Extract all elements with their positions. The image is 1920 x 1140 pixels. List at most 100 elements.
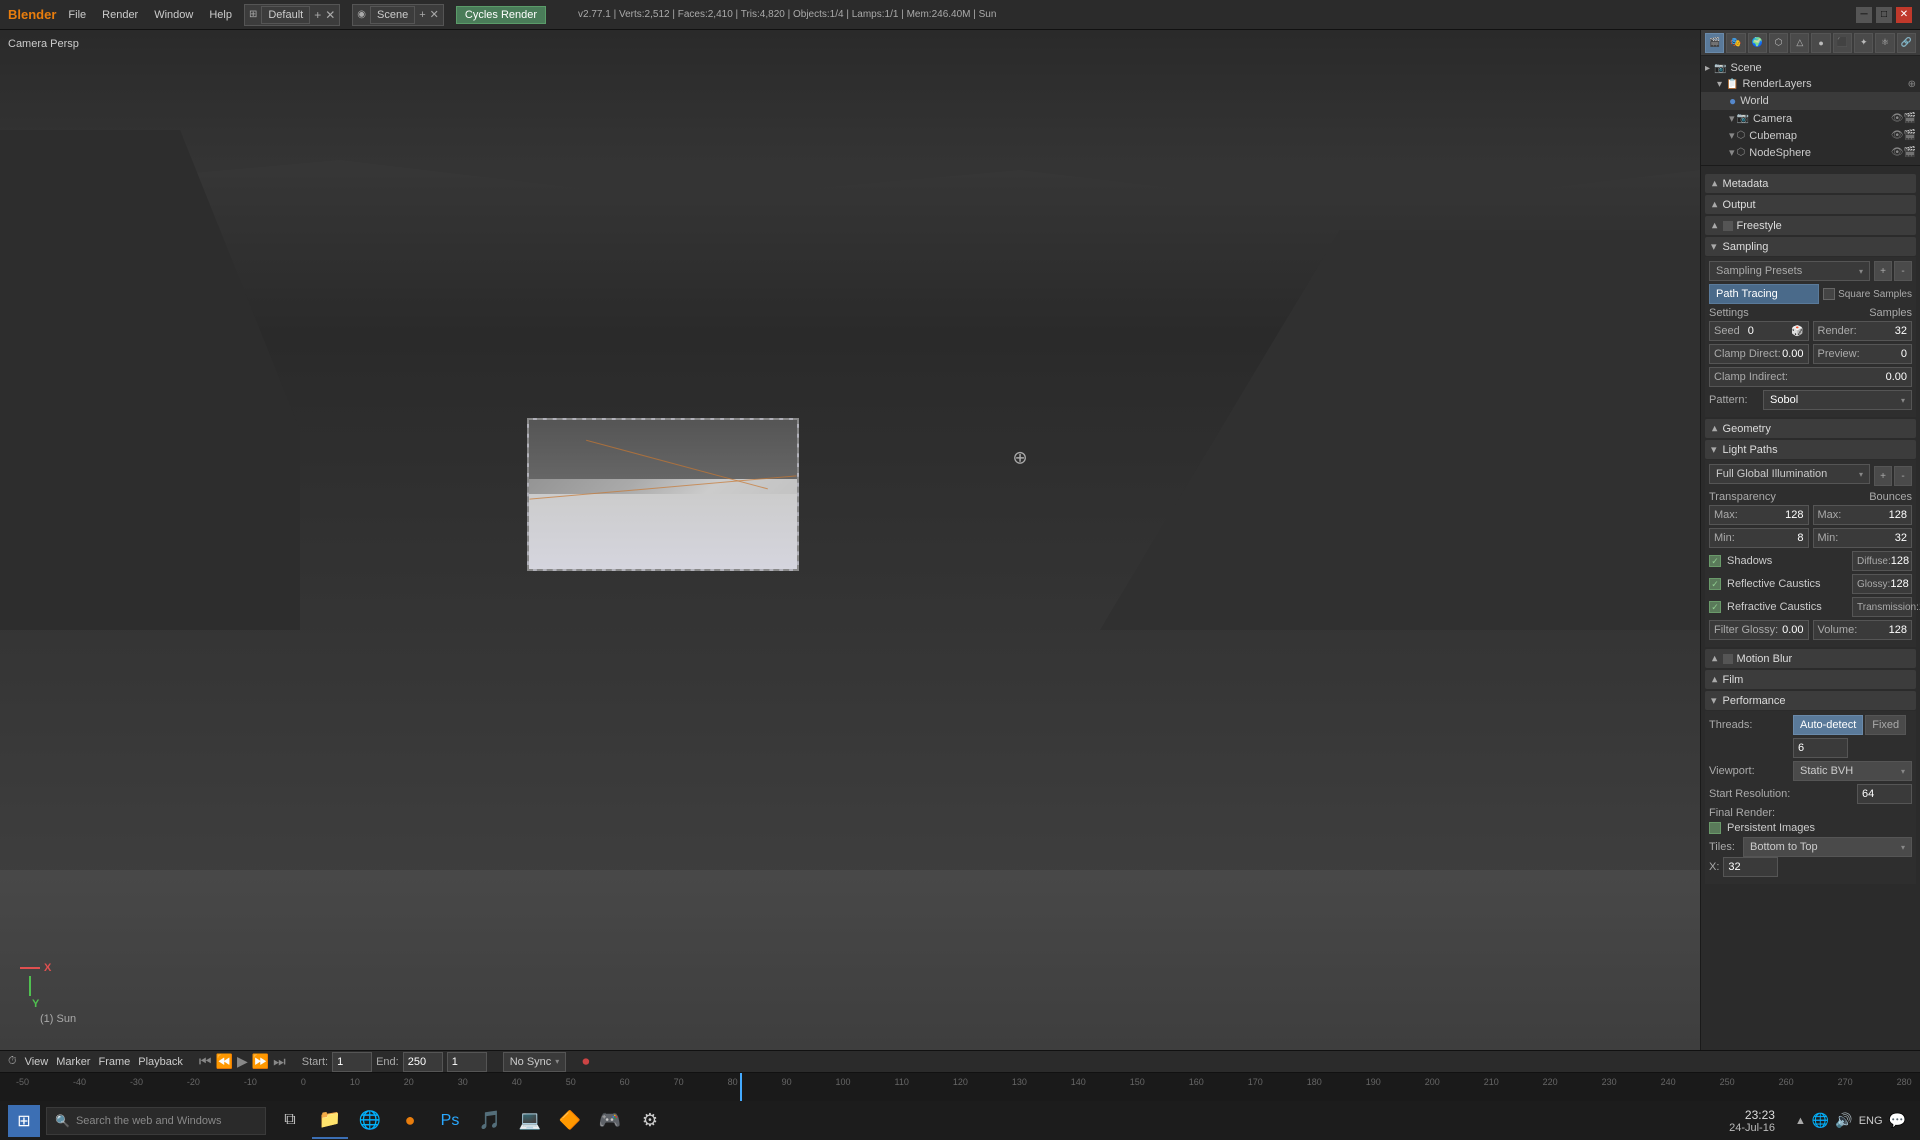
maximize-button[interactable]: □ [1876,7,1892,23]
seed-field[interactable]: Seed 0 🎲 [1709,321,1809,341]
global-illum-dropdown[interactable]: Full Global Illumination ▾ [1709,464,1870,484]
volume-icon[interactable]: 🔊 [1835,1112,1852,1129]
pattern-dropdown[interactable]: Sobol ▾ [1763,390,1912,410]
volume-field[interactable]: Volume: 128 [1813,620,1913,640]
world-icon-btn[interactable]: 🌍 [1748,33,1767,53]
particles-icon-btn[interactable]: ✦ [1854,33,1873,53]
global-illum-add[interactable]: + [1874,466,1892,486]
end-value-field[interactable]: 250 [403,1052,443,1072]
sampling-header[interactable]: ▾ Sampling [1705,237,1916,256]
constraints-icon-btn[interactable]: 🔗 [1897,33,1916,53]
tiles-x-field[interactable]: 32 [1723,857,1778,877]
scene-tree-item-scene[interactable]: ▸ 📷 Scene [1701,60,1920,76]
mesh-icon-btn[interactable]: △ [1790,33,1809,53]
timeline-playback-btn[interactable]: Playback [138,1056,183,1068]
material-icon-btn[interactable]: ● [1811,33,1830,53]
diffuse-field[interactable]: Diffuse: 128 [1852,551,1912,571]
object-icon-btn[interactable]: ⬡ [1769,33,1788,53]
performance-header[interactable]: ▾ Performance [1705,691,1916,710]
global-illum-remove[interactable]: - [1894,466,1912,486]
search-bar[interactable]: 🔍 Search the web and Windows [46,1107,266,1135]
physics-icon-btn[interactable]: ⚛ [1875,33,1894,53]
scene-remove[interactable]: ✕ [430,8,439,21]
taskbar-app7[interactable]: 🔶 [552,1103,588,1139]
workspace-dropdown[interactable]: Default [261,6,310,24]
network-icon[interactable]: 🌐 [1812,1112,1829,1129]
scene-icon-btn[interactable]: 🎭 [1726,33,1745,53]
scene-tree-item-world[interactable]: ● World [1701,92,1920,110]
filter-glossy-field[interactable]: Filter Glossy: 0.00 [1709,620,1809,640]
motion-blur-header[interactable]: ▸ Motion Blur [1705,649,1916,668]
timeline-body[interactable]: -50 -40 -30 -20 -10 0 10 20 30 40 50 60 … [0,1073,1920,1101]
preview-samples-field[interactable]: Preview: 0 [1813,344,1913,364]
scene-tree-item-nodesphere[interactable]: ▾ ⬡ NodeSphere 👁 🎬 [1701,144,1920,161]
menu-render[interactable]: Render [102,9,138,21]
sampling-presets-dropdown[interactable]: Sampling Presets ▾ [1709,261,1870,281]
light-paths-header[interactable]: ▾ Light Paths [1705,440,1916,459]
square-samples-checkbox[interactable] [1823,288,1835,300]
threads-count-field[interactable]: 6 [1793,738,1848,758]
clamp-direct-field[interactable]: Clamp Direct: 0.00 [1709,344,1809,364]
seed-randomize-icon[interactable]: 🎲 [1791,326,1803,337]
menu-window[interactable]: Window [154,9,193,21]
glossy-field[interactable]: Glossy: 128 [1852,574,1912,594]
static-bvh-dropdown[interactable]: Static BVH ▾ [1793,761,1912,781]
clamp-indirect-field[interactable]: Clamp Indirect: 0.00 [1709,367,1912,387]
render-samples-field[interactable]: Render: 32 [1813,321,1913,341]
menu-help[interactable]: Help [209,9,232,21]
menu-file[interactable]: File [68,9,86,21]
bounce-min-field[interactable]: Min: 32 [1813,528,1913,548]
timeline-view-btn[interactable]: View [25,1056,49,1068]
viewport[interactable]: Camera Persp ⊕ [0,30,1700,1050]
taskbar-blender[interactable]: ● [392,1103,428,1139]
taskbar-chrome[interactable]: 🌐 [352,1103,388,1139]
refractive-caustics-checkbox[interactable] [1709,601,1721,613]
taskbar-app9[interactable]: ⚙ [632,1103,668,1139]
start-button[interactable]: ⊞ [8,1105,40,1137]
scene-dropdown[interactable]: Scene [370,6,415,24]
cubemap-vis-icon[interactable]: 👁 [1891,130,1904,141]
timeline-icon-btn-4[interactable]: ⏩ [252,1053,269,1070]
workspace-add[interactable]: + [314,8,321,22]
timeline-frame-btn[interactable]: Frame [98,1056,130,1068]
timeline-icon-btn-3[interactable]: ▶ [237,1053,248,1070]
sampling-preset-add[interactable]: + [1874,261,1892,281]
bounce-max-field[interactable]: Max: 128 [1813,505,1913,525]
output-header[interactable]: ▸ Output [1705,195,1916,214]
reflective-caustics-checkbox[interactable] [1709,578,1721,590]
timeline-icon-btn-2[interactable]: ⏪ [216,1053,233,1070]
taskbar-app8[interactable]: 🎮 [592,1103,628,1139]
geometry-header[interactable]: ▸ Geometry [1705,419,1916,438]
taskbar-explorer[interactable]: 📁 [312,1103,348,1139]
lang-label[interactable]: ENG [1859,1115,1883,1127]
taskbar-photoshop[interactable]: Ps [432,1103,468,1139]
sampling-preset-remove[interactable]: - [1894,261,1912,281]
nodesphere-render-icon[interactable]: 🎬 [1904,147,1916,158]
notification-icon[interactable]: 💬 [1889,1112,1906,1129]
metadata-header[interactable]: ▸ Metadata [1705,174,1916,193]
minimize-button[interactable]: ─ [1856,7,1872,23]
persistent-images-checkbox[interactable] [1709,822,1721,834]
tiles-order-dropdown[interactable]: Bottom to Top ▾ [1743,837,1912,857]
taskbar-app5[interactable]: 🎵 [472,1103,508,1139]
current-frame-field[interactable]: 1 [447,1052,487,1072]
timeline-icon-btn-5[interactable]: ⏭ [273,1053,286,1070]
tray-up-arrow[interactable]: ▲ [1795,1115,1806,1127]
cubemap-render-icon[interactable]: 🎬 [1904,130,1916,141]
scene-add[interactable]: + [419,9,425,21]
renderlayers-btn[interactable]: ⊕ [1908,79,1916,90]
workspace-remove[interactable]: ✕ [325,8,335,22]
taskbar-task-view[interactable]: ⧉ [272,1103,308,1139]
render-engine-selector[interactable]: Cycles Render [456,6,546,24]
shadows-checkbox[interactable] [1709,555,1721,567]
camera-vis-icon[interactable]: 👁 [1891,113,1904,124]
nodesphere-vis-icon[interactable]: 👁 [1891,147,1904,158]
film-header[interactable]: ▸ Film [1705,670,1916,689]
start-resolution-field[interactable]: 64 [1857,784,1912,804]
close-button[interactable]: ✕ [1896,7,1912,23]
texture-icon-btn[interactable]: ⬛ [1833,33,1852,53]
render-settings-icon[interactable]: 🎬 [1705,33,1724,53]
transmission-field[interactable]: Transmission: 128 [1852,597,1912,617]
timeline-marker-btn[interactable]: Marker [56,1056,90,1068]
scene-tree-item-renderlayers[interactable]: ▾ 📋 RenderLayers ⊕ [1701,76,1920,92]
